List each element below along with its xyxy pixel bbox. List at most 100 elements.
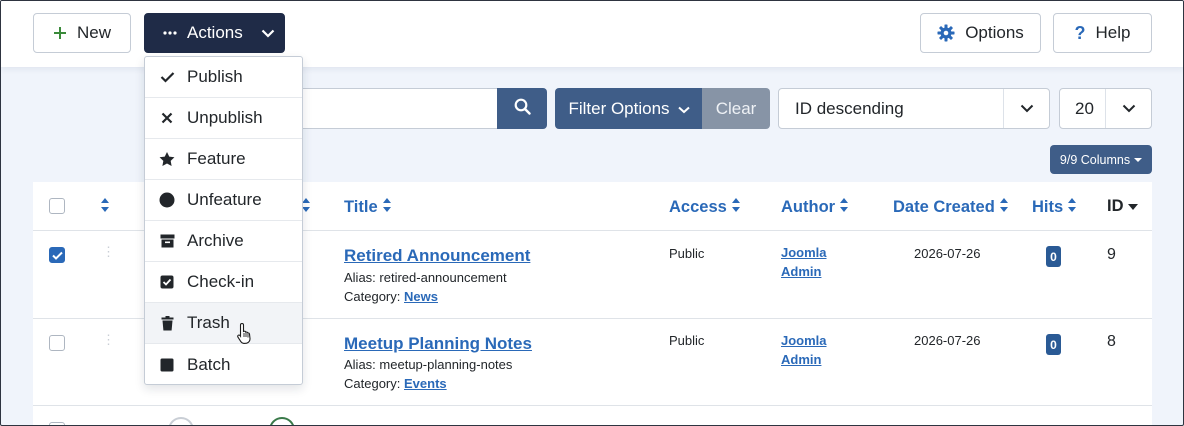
id-sort-header[interactable]: ID bbox=[1107, 197, 1138, 216]
category-label: Category: bbox=[344, 289, 401, 304]
ordering-select[interactable]: ID descending bbox=[778, 88, 1050, 129]
title-sort-header[interactable]: Title bbox=[344, 197, 392, 218]
list-limit-value: 20 bbox=[1075, 98, 1094, 118]
hits-badge: 0 bbox=[1046, 334, 1061, 355]
status-icon[interactable] bbox=[168, 417, 194, 425]
trash-icon bbox=[159, 315, 175, 331]
menu-item-label: Archive bbox=[187, 231, 244, 250]
author-last-name: Admin bbox=[781, 352, 822, 367]
chevron-down-icon bbox=[1003, 89, 1049, 128]
id-value: 8 bbox=[1107, 333, 1116, 350]
table-row bbox=[33, 406, 1152, 425]
menu-item-label: Publish bbox=[187, 67, 243, 86]
sort-icon bbox=[1067, 197, 1077, 218]
alias-value: meetup-planning-notes bbox=[379, 357, 513, 372]
title-header-label: Title bbox=[344, 198, 378, 216]
menu-item-unpublish[interactable]: Unpublish bbox=[145, 98, 302, 139]
caret-down-icon bbox=[1134, 157, 1143, 162]
columns-button[interactable]: 9/9 Columns bbox=[1050, 145, 1152, 174]
menu-item-label: Unfeature bbox=[187, 190, 262, 209]
menu-item-label: Unpublish bbox=[187, 108, 263, 127]
ordering-value: ID descending bbox=[795, 98, 904, 118]
menu-item-check-in[interactable]: Check-in bbox=[145, 262, 302, 303]
author-link[interactable]: Joomla Admin bbox=[781, 243, 841, 281]
menu-item-label: Batch bbox=[187, 354, 231, 374]
row-checkbox[interactable] bbox=[49, 422, 65, 425]
clear-label: Clear bbox=[715, 98, 757, 118]
id-value: 9 bbox=[1107, 246, 1116, 263]
check-square-icon bbox=[159, 274, 175, 290]
alias-value: retired-announcement bbox=[379, 270, 507, 285]
more-dots-icon bbox=[163, 31, 177, 35]
menu-item-unfeature[interactable]: Unfeature bbox=[145, 180, 302, 221]
category-link[interactable]: News bbox=[404, 289, 438, 304]
menu-item-label: Trash bbox=[187, 313, 230, 332]
drag-handle-icon[interactable]: ⋮ bbox=[102, 333, 115, 346]
access-value: Public bbox=[669, 246, 705, 261]
menu-item-archive[interactable]: Archive bbox=[145, 221, 302, 262]
sort-icon bbox=[839, 197, 849, 218]
date-created-value: 2026-07-26 bbox=[914, 246, 981, 261]
row-checkbox[interactable] bbox=[49, 247, 65, 263]
menu-item-label: Check-in bbox=[187, 272, 255, 291]
drag-handle-icon[interactable]: ⋮ bbox=[102, 245, 115, 258]
article-category: Category: Events bbox=[344, 376, 447, 391]
article-category: Category: News bbox=[344, 289, 438, 304]
article-title-link[interactable]: Retired Announcement bbox=[344, 246, 530, 266]
filter-options-label: Filter Options bbox=[568, 98, 670, 118]
hits-badge: 0 bbox=[1046, 246, 1061, 267]
gear-icon bbox=[937, 24, 955, 42]
id-header-label: ID bbox=[1107, 197, 1124, 215]
new-button[interactable]: New bbox=[33, 13, 131, 53]
author-first-name: Joomla bbox=[781, 333, 827, 348]
alias-label: Alias: bbox=[344, 270, 376, 285]
clear-button[interactable]: Clear bbox=[702, 88, 770, 129]
author-sort-header[interactable]: Author bbox=[781, 197, 849, 218]
square-icon bbox=[159, 357, 175, 373]
featured-icon[interactable] bbox=[269, 417, 295, 425]
category-label: Category: bbox=[344, 376, 401, 391]
options-label: Options bbox=[965, 23, 1024, 42]
article-alias: Alias: retired-announcement bbox=[344, 270, 507, 285]
question-icon: ? bbox=[1074, 22, 1086, 43]
chevron-down-icon bbox=[1105, 89, 1151, 128]
date-created-header-label: Date Created bbox=[893, 198, 995, 216]
search-button[interactable] bbox=[497, 88, 547, 129]
select-all-checkbox[interactable] bbox=[49, 198, 65, 214]
menu-item-publish[interactable]: Publish bbox=[145, 57, 302, 98]
row-checkbox[interactable] bbox=[49, 335, 65, 351]
sort-desc-icon bbox=[1127, 197, 1138, 216]
new-label: New bbox=[76, 23, 111, 42]
menu-item-batch[interactable]: Batch bbox=[145, 344, 302, 385]
check-icon bbox=[51, 251, 63, 260]
author-header-label: Author bbox=[781, 198, 836, 216]
sort-icon bbox=[999, 197, 1009, 218]
list-limit-select[interactable]: 20 bbox=[1059, 88, 1152, 129]
access-sort-header[interactable]: Access bbox=[669, 197, 741, 218]
author-last-name: Admin bbox=[781, 264, 822, 279]
actions-dropdown-menu: Publish Unpublish Feature Unfeature Arch… bbox=[144, 56, 303, 385]
archive-icon bbox=[159, 233, 175, 249]
menu-item-feature[interactable]: Feature bbox=[145, 139, 302, 180]
help-button[interactable]: ? Help bbox=[1053, 13, 1152, 53]
options-button[interactable]: Options bbox=[920, 13, 1041, 53]
category-link[interactable]: Events bbox=[404, 376, 447, 391]
article-title-link[interactable]: Meetup Planning Notes bbox=[344, 334, 532, 354]
hits-sort-header[interactable]: Hits bbox=[1032, 197, 1077, 218]
date-created-sort-header[interactable]: Date Created bbox=[893, 197, 1009, 218]
chevron-down-icon bbox=[677, 99, 690, 119]
ordering-sort-header[interactable] bbox=[100, 197, 110, 218]
columns-label: 9/9 Columns bbox=[1059, 152, 1131, 167]
check-icon bbox=[159, 69, 175, 85]
help-label: Help bbox=[1095, 23, 1131, 42]
app-frame: New Actions Options ? Help Search Filter… bbox=[0, 0, 1184, 426]
date-created-value: 2026-07-26 bbox=[914, 333, 981, 348]
actions-button[interactable]: Actions bbox=[144, 13, 285, 53]
access-value: Public bbox=[669, 333, 705, 348]
author-link[interactable]: Joomla Admin bbox=[781, 331, 841, 369]
menu-item-trash[interactable]: Trash bbox=[145, 303, 302, 344]
plus-icon bbox=[53, 26, 67, 40]
sort-icon bbox=[100, 197, 110, 218]
filter-options-button[interactable]: Filter Options bbox=[555, 88, 703, 129]
search-icon bbox=[514, 98, 531, 120]
